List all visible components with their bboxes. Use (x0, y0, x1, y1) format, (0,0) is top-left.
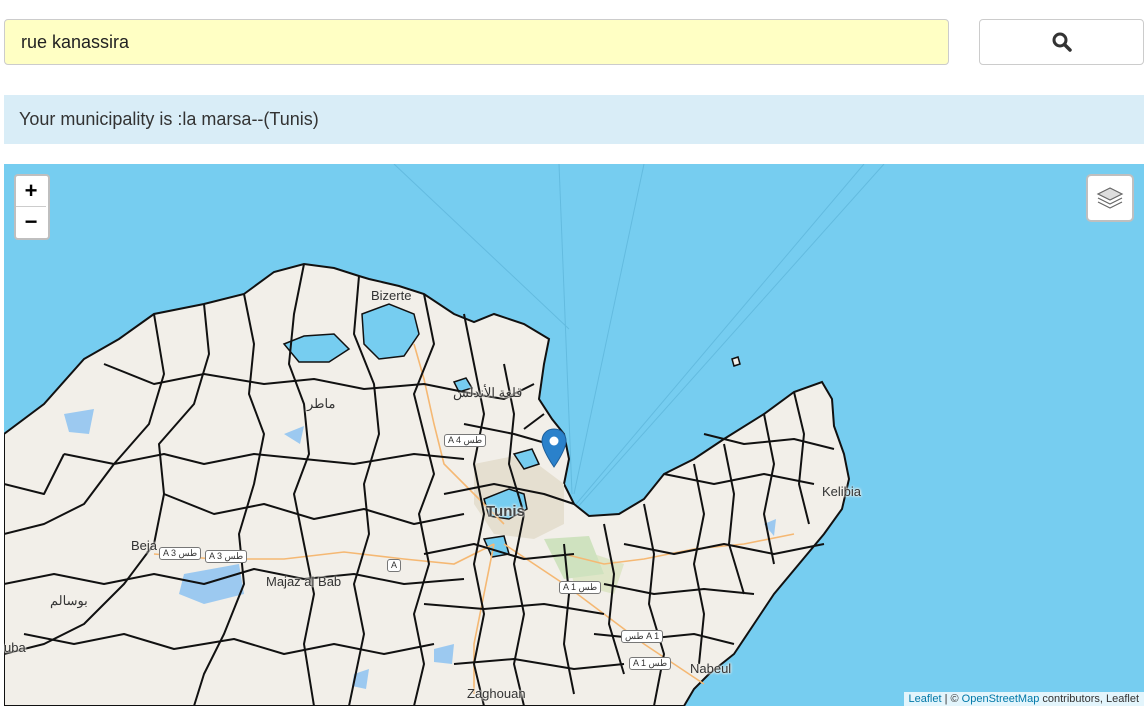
map[interactable]: Bizerte ماطر قلعة الأندلس Tunis Beja Maj… (4, 164, 1144, 706)
result-prefix: Your municipality is : (19, 109, 183, 129)
place-label-kalaat: قلعة الأندلس (453, 385, 523, 400)
search-icon (1052, 32, 1072, 52)
place-label-tunis: Tunis (486, 503, 525, 520)
place-label-beja: Beja (131, 538, 158, 553)
road-shield-a4: A 4 طس (444, 434, 487, 447)
layers-icon (1096, 187, 1124, 209)
road-shield-a1-mid: A 1 طس (629, 657, 672, 670)
road-shield-a3-left: A 3 طس (159, 547, 202, 560)
zoom-out-button[interactable]: − (16, 207, 46, 237)
road-shield-a-small: A (387, 559, 402, 572)
road-shield-a3-right: A 3 طس (205, 550, 248, 563)
road-shield-a1-top: طس A 1 (621, 630, 664, 643)
road-shield-a1-center: A 1 طس (559, 581, 602, 594)
search-input[interactable] (4, 19, 949, 65)
zoom-control: + − (14, 174, 50, 240)
result-suffix: --(Tunis) (251, 109, 319, 129)
place-label-mateur: ماطر (307, 396, 336, 411)
place-label-majaz: Majaz al Bab (266, 574, 342, 589)
osm-link[interactable]: OpenStreetMap (962, 693, 1040, 705)
map-tiles[interactable] (4, 164, 1144, 706)
layers-control-button[interactable] (1086, 174, 1134, 222)
mainland (4, 262, 851, 706)
place-label-zaghouan: Zaghouan (467, 686, 526, 701)
place-label-jendouba: uba (4, 640, 26, 655)
place-label-nabeul: Nabeul (690, 661, 732, 676)
search-button[interactable] (979, 19, 1144, 65)
leaflet-link[interactable]: Leaflet (909, 693, 942, 705)
result-municipality: la marsa (182, 109, 252, 129)
map-attribution: Leaflet | © OpenStreetMap contributors, … (903, 692, 1144, 706)
place-label-bizerte: Bizerte (371, 288, 412, 303)
place-label-kelibia: Kelibia (822, 484, 862, 499)
place-label-bousalem: بوسالم (50, 593, 88, 608)
municipality-result-alert: Your municipality is : la marsa --(Tunis… (4, 95, 1144, 144)
zoom-in-button[interactable]: + (16, 176, 46, 207)
map-marker-icon[interactable] (541, 428, 567, 468)
